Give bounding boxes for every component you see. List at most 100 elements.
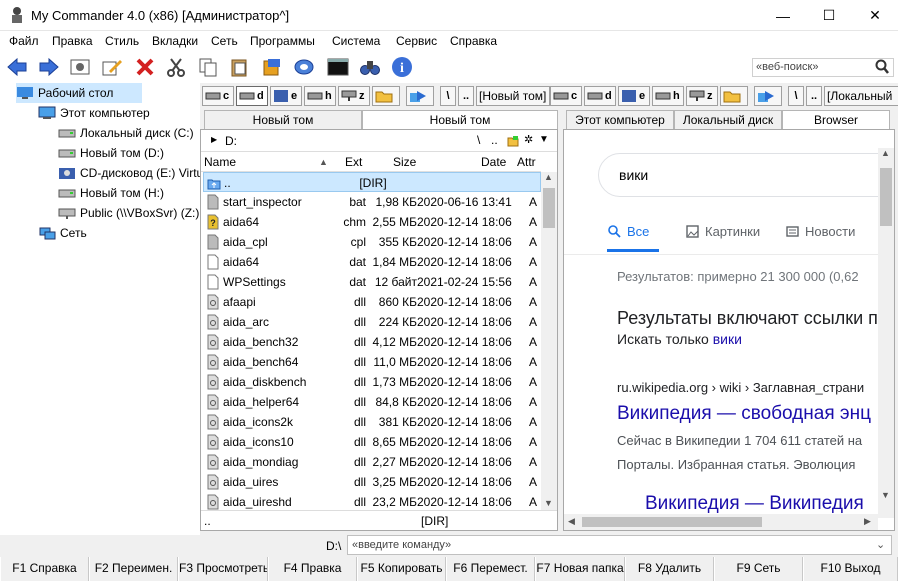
scroll-left-icon[interactable]: ◀ bbox=[568, 516, 575, 527]
browser-horizontal-scrollbar[interactable]: ◀ ▶ bbox=[564, 514, 878, 530]
drive-e-button[interactable]: e bbox=[270, 86, 302, 106]
info-icon[interactable]: i bbox=[390, 55, 414, 79]
tree-item-drive-d[interactable]: Новый том (D:) bbox=[58, 143, 164, 163]
tree-item-computer[interactable]: Этот компьютер bbox=[38, 103, 150, 123]
notice-link[interactable]: вики bbox=[713, 331, 742, 347]
parent-button[interactable]: .. bbox=[458, 86, 474, 106]
back-arrow-icon[interactable] bbox=[5, 55, 29, 79]
sync-button[interactable] bbox=[406, 86, 434, 106]
chevron-down-icon[interactable]: ▼ bbox=[539, 134, 549, 145]
scroll-thumb[interactable] bbox=[582, 517, 762, 527]
file-row[interactable]: start_inspector bat 1,98 КБ 2020-06-16 13:4… bbox=[203, 192, 541, 212]
binoculars-icon[interactable] bbox=[358, 55, 382, 79]
file-row[interactable]: aida_icons2k dll 381 КБ 2020-12-14 18:06 A bbox=[203, 412, 541, 432]
f1-help-button[interactable]: F1 Справка bbox=[0, 557, 89, 581]
tab-right-1[interactable]: Этот компьютер bbox=[566, 110, 674, 130]
menu-system[interactable]: Система bbox=[332, 34, 380, 48]
scroll-thumb[interactable] bbox=[880, 168, 892, 226]
web-search-input[interactable]: «веб-поиск» bbox=[752, 58, 894, 77]
column-ext[interactable]: Ext bbox=[345, 155, 362, 169]
browser-vertical-scrollbar[interactable]: ▲ ▼ bbox=[878, 148, 894, 518]
tab-right-2[interactable]: Локальный диск bbox=[674, 110, 782, 130]
browser-tab-news[interactable]: Новости bbox=[786, 224, 855, 239]
scroll-down-icon[interactable]: ▼ bbox=[544, 498, 553, 508]
scroll-right-icon[interactable]: ▶ bbox=[864, 516, 871, 527]
folder-options-icon[interactable] bbox=[507, 135, 519, 147]
file-row[interactable]: aida_arc dll 224 КБ 2020-12-14 18:06 A bbox=[203, 312, 541, 332]
column-attr[interactable]: Attr bbox=[517, 155, 536, 169]
edit-icon[interactable] bbox=[100, 55, 124, 79]
browser-tab-all[interactable]: Все bbox=[608, 224, 649, 239]
scroll-thumb[interactable] bbox=[543, 188, 555, 228]
file-row[interactable]: aida_bench64 dll 11,0 МБ 2020-12-14 18:06 A bbox=[203, 352, 541, 372]
view-icon[interactable] bbox=[68, 55, 92, 79]
drive-h-button[interactable]: h bbox=[652, 86, 684, 106]
tree-item-drive-h[interactable]: Новый том (H:) bbox=[58, 183, 164, 203]
tree-item-network[interactable]: Сеть bbox=[38, 223, 87, 243]
f9-network-button[interactable]: F9 Сеть bbox=[714, 557, 803, 581]
filter-icon[interactable]: ✲ bbox=[524, 133, 533, 146]
f8-delete-button[interactable]: F8 Удалить bbox=[625, 557, 714, 581]
archive-icon[interactable] bbox=[260, 55, 284, 79]
file-row[interactable]: aida_uireshd dll 23,2 МБ 2020-12-14 18:06 A bbox=[203, 492, 541, 510]
drive-c-button[interactable]: c bbox=[202, 86, 234, 106]
column-size[interactable]: Size bbox=[393, 155, 416, 169]
file-row[interactable]: WPSettings dat 12 байт 2021-02-24 15:56 A bbox=[203, 272, 541, 292]
drive-z-button[interactable]: z bbox=[338, 86, 370, 106]
result-sublink[interactable]: Википедия — Википедия bbox=[645, 493, 864, 515]
tree-item-drive-e[interactable]: CD-дисковод (E:) VirtualBox bbox=[58, 163, 200, 183]
console-icon[interactable] bbox=[326, 55, 350, 79]
column-name[interactable]: Name bbox=[204, 155, 236, 169]
command-input[interactable]: «введите команду» bbox=[347, 535, 892, 555]
paste-icon[interactable] bbox=[228, 55, 252, 79]
drive-c-button[interactable]: c bbox=[550, 86, 582, 106]
close-button[interactable]: ✕ bbox=[852, 0, 898, 31]
f2-rename-button[interactable]: F2 Переимен. bbox=[89, 557, 178, 581]
file-row[interactable]: aida_helper64 dll 84,8 КБ 2020-12-14 18:06 A bbox=[203, 392, 541, 412]
tree-item-desktop[interactable]: Рабочий стол bbox=[16, 83, 142, 103]
search-icon[interactable] bbox=[874, 59, 890, 75]
chevron-down-icon[interactable]: ⌄ bbox=[876, 538, 885, 551]
tab-left-2[interactable]: Новый том bbox=[362, 110, 558, 130]
expand-icon[interactable]: ▶ bbox=[211, 135, 217, 144]
menu-help[interactable]: Справка bbox=[450, 34, 497, 48]
browser-tab-images[interactable]: Картинки bbox=[686, 224, 760, 239]
file-row[interactable]: aida_diskbench dll 1,73 МБ 2020-12-14 18:06… bbox=[203, 372, 541, 392]
f6-move-button[interactable]: F6 Перемест. bbox=[446, 557, 535, 581]
drive-z-button[interactable]: z bbox=[686, 86, 718, 106]
result-title-link[interactable]: Википедия — свободная энц bbox=[617, 403, 871, 425]
f4-edit-button[interactable]: F4 Правка bbox=[268, 557, 357, 581]
scroll-down-icon[interactable]: ▼ bbox=[881, 490, 890, 500]
parent-dir-row[interactable]: .. [DIR] bbox=[203, 172, 541, 192]
menu-edit[interactable]: Правка bbox=[52, 34, 93, 48]
up-path-icon[interactable]: .. bbox=[491, 133, 498, 147]
parent-button[interactable]: .. bbox=[806, 86, 822, 106]
tree-item-drive-c[interactable]: Локальный диск (C:) bbox=[58, 123, 194, 143]
tree-item-drive-z[interactable]: Public (\\VBoxSvr) (Z:) bbox=[58, 203, 200, 223]
root-path-icon[interactable]: \ bbox=[477, 133, 480, 147]
tab-left-1[interactable]: Новый том bbox=[204, 110, 362, 130]
folder-button[interactable] bbox=[720, 86, 748, 106]
file-row[interactable]: ? aida64 chm 2,55 МБ 2020-12-14 18:06 A bbox=[203, 212, 541, 232]
root-button[interactable]: \ bbox=[788, 86, 804, 106]
f3-view-button[interactable]: F3 Просмотреть bbox=[178, 557, 268, 581]
maximize-button[interactable]: ☐ bbox=[806, 0, 852, 31]
column-date[interactable]: Date bbox=[481, 155, 506, 169]
folder-button[interactable] bbox=[372, 86, 400, 106]
file-row[interactable]: aida_mondiag dll 2,27 МБ 2020-12-14 18:06 A bbox=[203, 452, 541, 472]
drive-d-button[interactable]: d bbox=[236, 86, 268, 106]
file-row[interactable]: aida_uires dll 3,25 МБ 2020-12-14 18:06 A bbox=[203, 472, 541, 492]
f5-copy-button[interactable]: F5 Копировать bbox=[357, 557, 446, 581]
menu-tabs[interactable]: Вкладки bbox=[152, 34, 198, 48]
file-row[interactable]: aida_icons10 dll 8,65 МБ 2020-12-14 18:06 A bbox=[203, 432, 541, 452]
file-row[interactable]: aida_cpl cpl 355 КБ 2020-12-14 18:06 A bbox=[203, 232, 541, 252]
scroll-up-icon[interactable]: ▲ bbox=[544, 172, 553, 182]
f10-exit-button[interactable]: F10 Выход bbox=[803, 557, 898, 581]
vertical-scrollbar[interactable]: ▲ ▼ bbox=[541, 172, 557, 510]
network-drive-icon[interactable] bbox=[292, 55, 316, 79]
scroll-up-icon[interactable]: ▲ bbox=[881, 148, 890, 158]
forward-arrow-icon[interactable] bbox=[37, 55, 61, 79]
menu-network[interactable]: Сеть bbox=[211, 34, 238, 48]
drive-e-button[interactable]: e bbox=[618, 86, 650, 106]
file-row[interactable]: aida64 dat 1,84 МБ 2020-12-14 18:06 A bbox=[203, 252, 541, 272]
